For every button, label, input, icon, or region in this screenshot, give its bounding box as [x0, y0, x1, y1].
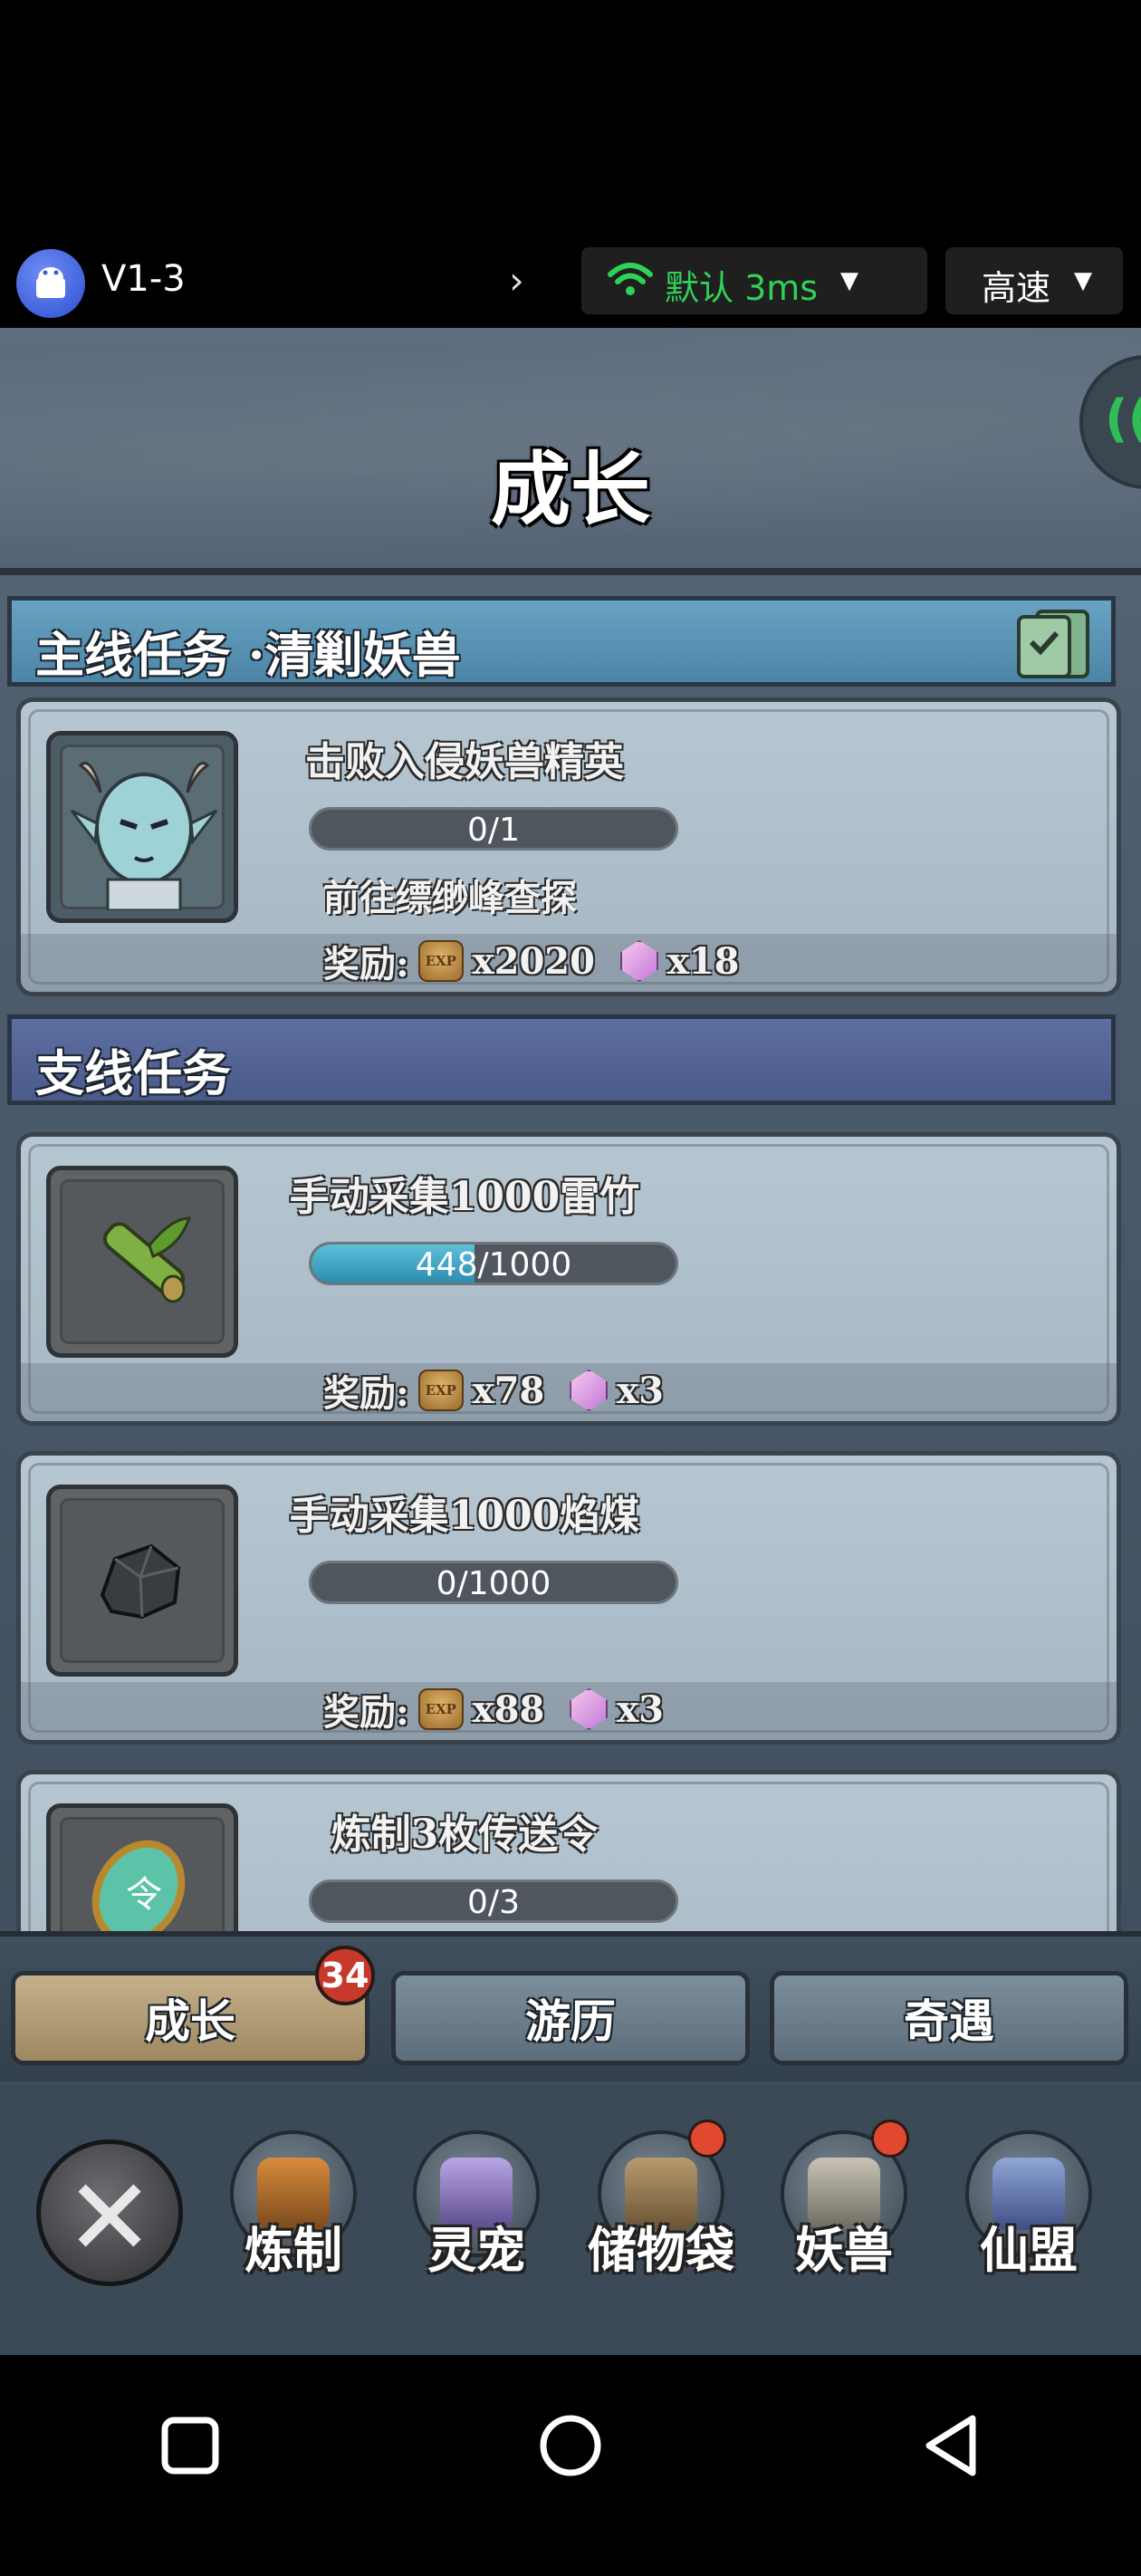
func-label: 储物袋 [588, 2221, 734, 2279]
reward-row: 奖励: EXP x78 x3 [323, 1365, 680, 1416]
quest-progress-bar: 448/1000 [309, 1242, 678, 1285]
device-title: V1-3 [101, 258, 186, 300]
back-icon[interactable] [916, 2409, 989, 2482]
func-alliance[interactable]: 仙盟 [956, 2112, 1101, 2312]
main-quest-label: 主线任务 ·清剿妖兽 [35, 626, 461, 684]
exp-coin-icon: EXP [417, 1688, 464, 1730]
remote-status-bar: V1-3 › 默认 3ms ▼ 高速 ▼ [0, 231, 1141, 331]
network-label: 默认 3ms [665, 268, 819, 308]
divider [0, 568, 1141, 575]
quest-progress-bar: 0/1 [309, 807, 678, 851]
tab-encounter[interactable]: 奇遇 [770, 1971, 1128, 2065]
reward-row: 奖励: EXP x88 x3 [323, 1684, 680, 1735]
android-robot-icon[interactable] [16, 249, 85, 318]
main-quest-card[interactable]: 击败入侵妖兽精英 0/1 前往缥缈峰查探 奖励: EXP x2020 x18 [16, 697, 1121, 996]
speed-selector[interactable]: 高速 ▼ [945, 247, 1123, 314]
progress-text: 0/1000 [436, 1565, 551, 1602]
tab-growth[interactable]: 成长 [11, 1971, 369, 2065]
func-refine[interactable]: 炼制 [221, 2112, 366, 2312]
close-icon: ✕ [64, 2155, 155, 2280]
gem-amount: x3 [617, 1369, 664, 1412]
reward-label: 奖励: [323, 1691, 409, 1734]
quest-title: 炼制3枚传送令 [331, 1812, 599, 1858]
tab-label: 成长 [145, 1994, 235, 2048]
pink-gem-icon [619, 940, 658, 982]
close-button[interactable]: ✕ [36, 2139, 183, 2286]
func-label: 炼制 [244, 2221, 342, 2279]
quest-progress-bar: 0/1000 [309, 1561, 678, 1604]
pink-gem-icon [570, 1370, 609, 1411]
quest-description: 前往缥缈峰查探 [323, 877, 577, 919]
func-beast[interactable]: 妖兽 [772, 2112, 916, 2312]
game-screen: (( 成长 主线任务 ·清剿妖兽 [0, 328, 1141, 2355]
quest-title: 手动采集1000焰煤 [289, 1493, 640, 1539]
progress-text: 0/3 [467, 1884, 520, 1921]
pink-gem-icon [570, 1688, 609, 1730]
notification-dot [688, 2119, 726, 2158]
progress-text: 0/1 [467, 812, 520, 849]
speed-label: 高速 [982, 268, 1051, 308]
exp-amount: x88 [472, 1687, 545, 1731]
tab-strip: 成长 34 游历 奇遇 [0, 1931, 1141, 2081]
svg-text:令: 令 [126, 1874, 162, 1916]
wifi-icon [608, 263, 653, 295]
quest-log-icon[interactable] [1012, 606, 1095, 682]
progress-text: 448/1000 [415, 1246, 572, 1283]
notification-dot [871, 2119, 909, 2158]
gem-amount: x3 [617, 1687, 664, 1731]
tab-label: 游历 [525, 1994, 616, 2048]
exp-coin-icon: EXP [417, 940, 464, 982]
page-title: 成长 [490, 442, 650, 536]
chevron-right-icon[interactable]: › [509, 258, 524, 303]
notification-badge: 34 [315, 1946, 375, 2005]
side-quest-label: 支线任务 [35, 1044, 231, 1102]
reward-row: 奖励: EXP x2020 x18 [323, 936, 755, 986]
gem-amount: x18 [666, 939, 740, 983]
exp-amount: x2020 [472, 939, 595, 983]
quest-progress-bar: 0/3 [309, 1879, 678, 1923]
side-quest-card[interactable]: 手动采集1000焰煤 0/1000 奖励: EXP x88 x3 [16, 1451, 1121, 1745]
func-pet[interactable]: 灵宠 [404, 2112, 549, 2312]
caret-down-icon: ▼ [1074, 267, 1092, 294]
func-bag[interactable]: 储物袋 [588, 2112, 734, 2312]
beast-elite-portrait-icon [70, 762, 218, 912]
reward-label: 奖励: [323, 1372, 409, 1415]
quest-title: 手动采集1000雷竹 [289, 1174, 640, 1220]
tab-label: 奇遇 [904, 1994, 994, 2048]
exp-amount: x78 [472, 1369, 545, 1412]
side-quest-card[interactable]: 手动采集1000雷竹 448/1000 奖励: EXP x78 x3 [16, 1132, 1121, 1426]
func-label: 灵宠 [427, 2221, 525, 2279]
func-label: 仙盟 [980, 2221, 1078, 2279]
caret-down-icon: ▼ [840, 267, 858, 294]
android-nav-bar [0, 2355, 1141, 2576]
side-quest-header: 支线任务 [7, 1014, 1116, 1105]
quest-title: 击败入侵妖兽精英 [305, 739, 624, 785]
main-quest-header: 主线任务 ·清剿妖兽 [7, 596, 1116, 687]
tab-travel[interactable]: 游历 [391, 1971, 750, 2065]
reward-label: 奖励: [323, 943, 409, 985]
coal-icon [100, 1543, 181, 1620]
network-selector[interactable]: 默认 3ms ▼ [581, 247, 927, 314]
home-icon[interactable] [534, 2409, 607, 2482]
func-label: 妖兽 [795, 2221, 893, 2279]
exp-coin-icon: EXP [417, 1370, 464, 1411]
bamboo-icon [102, 1216, 192, 1303]
recent-apps-icon[interactable] [154, 2409, 226, 2482]
